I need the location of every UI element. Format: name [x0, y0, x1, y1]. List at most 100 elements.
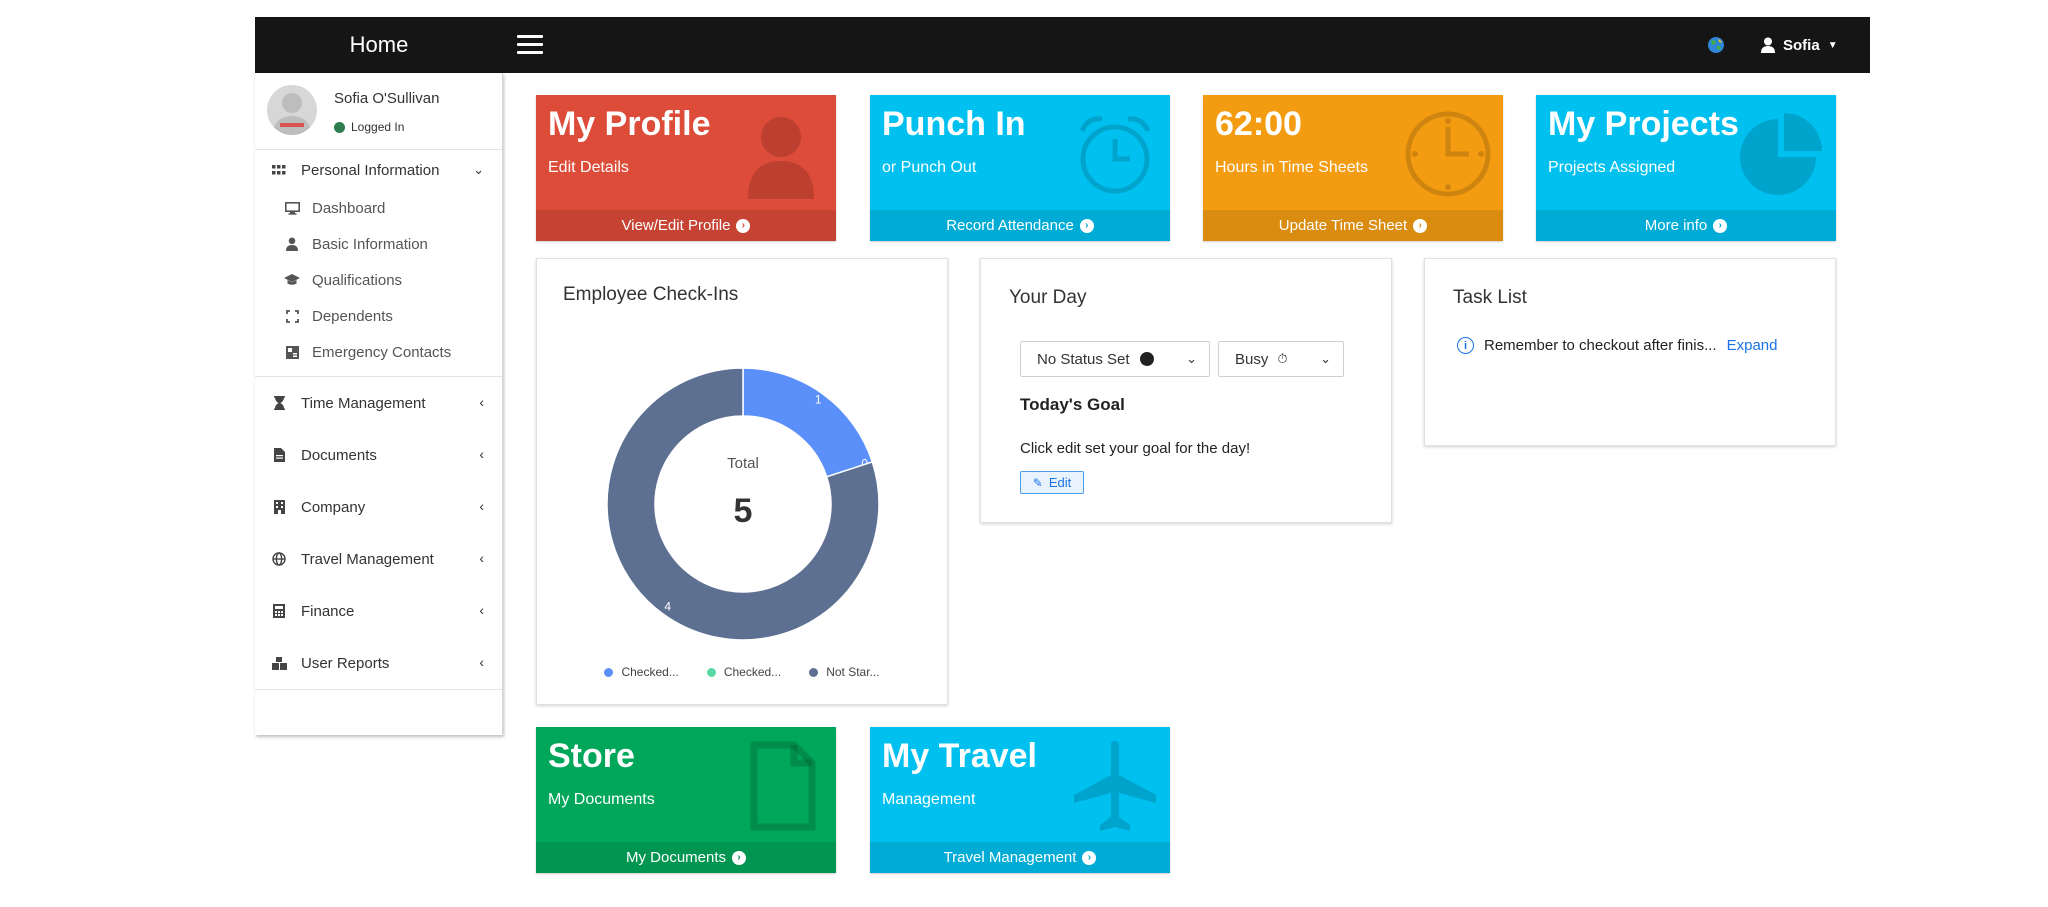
- sidebar-divider: [255, 689, 502, 690]
- graduation-cap-icon: [283, 274, 301, 286]
- my-projects-box: My Projects Projects Assigned More info …: [1536, 95, 1836, 241]
- todays-goal-heading: Today's Goal: [1020, 395, 1125, 414]
- punch-in-box: Punch In or Punch Out Record Attendance …: [870, 95, 1170, 241]
- sidebar-item-label: Dashboard: [312, 199, 386, 217]
- chevron-left-icon: ‹: [479, 550, 484, 566]
- globe-icon: [270, 552, 288, 566]
- user-panel: Sofia O'Sullivan Logged In: [255, 73, 502, 150]
- legend-item-1[interactable]: Checked...: [706, 665, 782, 679]
- expand-task-link[interactable]: Expand: [1727, 337, 1778, 354]
- legend-swatch: [706, 667, 716, 677]
- chevron-left-icon: ‹: [479, 394, 484, 410]
- sidebar-user-name: Sofia O'Sullivan: [334, 90, 440, 107]
- document-icon: [750, 741, 816, 831]
- donut-center-value: 5: [734, 492, 753, 530]
- sidebar-item-dashboard[interactable]: Dashboard: [255, 190, 502, 226]
- time-sheet-box: 62:00 Hours in Time Sheets Update Time S…: [1203, 95, 1503, 241]
- submenu-personal-information: Dashboard Basic Information Qualificatio…: [255, 190, 502, 377]
- footer-label: View/Edit Profile: [621, 217, 731, 234]
- user-menu-name: Sofia: [1783, 36, 1820, 54]
- arrow-circle-right-icon: ›: [736, 218, 751, 233]
- chevron-left-icon: ‹: [479, 498, 484, 514]
- legend-label: Not Star...: [826, 665, 880, 679]
- status-dot-icon: [1139, 352, 1154, 366]
- donut-center-label: Total: [727, 455, 759, 472]
- more-info-link[interactable]: More info ›: [1536, 210, 1836, 241]
- update-time-sheet-link[interactable]: Update Time Sheet ›: [1203, 210, 1503, 241]
- legend-label: Checked...: [621, 665, 679, 679]
- arrow-circle-right-icon: ›: [732, 850, 747, 865]
- sidebar-item-travel-management[interactable]: Travel Management ‹: [255, 533, 502, 585]
- footer-label: More info: [1644, 217, 1708, 234]
- my-profile-box: My Profile Edit Details View/Edit Profil…: [536, 95, 836, 241]
- expand-icon: [283, 309, 301, 323]
- arrow-circle-right-icon: ›: [1413, 218, 1428, 233]
- sidebar-item-basic-information[interactable]: Basic Information: [255, 226, 502, 262]
- box-title: My Projects: [1548, 105, 1739, 143]
- sidebar-item-documents[interactable]: Documents ‹: [255, 429, 502, 481]
- busy-select-value: Busy: [1235, 350, 1269, 368]
- language-globe-icon[interactable]: [1707, 36, 1725, 54]
- sidebar-toggle-button[interactable]: [517, 35, 543, 55]
- sidebar-item-user-reports[interactable]: User Reports ‹: [255, 637, 502, 689]
- legend-swatch: [809, 667, 819, 677]
- view-edit-profile-link[interactable]: View/Edit Profile ›: [536, 210, 836, 241]
- sidebar-item-label: Qualifications: [312, 271, 403, 289]
- user-status-label: Logged In: [351, 120, 405, 134]
- sidebar-item-qualifications[interactable]: Qualifications: [255, 262, 502, 298]
- clock-icon: [1405, 111, 1491, 197]
- airplane-icon: [1074, 741, 1156, 831]
- legend-item-2[interactable]: Not Star...: [809, 665, 880, 679]
- user-menu-dropdown[interactable]: Sofia ▼: [1761, 17, 1838, 73]
- user-silhouette-icon: [748, 117, 814, 199]
- box-subtitle: Management: [882, 791, 976, 808]
- sidebar: Sofia O'Sullivan Logged In Personal Info…: [255, 73, 503, 735]
- user-icon: [1761, 37, 1775, 53]
- brand-home-link[interactable]: Home: [255, 17, 503, 73]
- footer-label: My Documents: [625, 849, 727, 866]
- task-text: Remember to checkout after finis...: [1484, 337, 1717, 354]
- donut-slice-label-0: 1: [815, 393, 822, 407]
- legend-item-0[interactable]: Checked...: [604, 665, 679, 679]
- task-list-panel: Task List i Remember to checkout after f…: [1424, 258, 1836, 446]
- travel-management-link[interactable]: Travel Management ›: [870, 842, 1170, 873]
- busy-select[interactable]: Busy ⏱ ⌄: [1218, 341, 1344, 377]
- chevron-left-icon: ‹: [479, 654, 484, 670]
- sidebar-item-label: Finance: [301, 602, 355, 620]
- todays-goal-text: Click edit set your goal for the day!: [1020, 440, 1251, 457]
- sidebar-item-label: Time Management: [301, 394, 426, 412]
- panel-title: Your Day: [1009, 287, 1087, 308]
- box-subtitle: Projects Assigned: [1548, 159, 1676, 176]
- chevron-down-icon: ⌄: [1186, 351, 1197, 366]
- box-subtitle: Edit Details: [548, 159, 629, 176]
- info-icon: i: [1457, 337, 1474, 354]
- legend-label: Checked...: [723, 665, 782, 679]
- sidebar-item-emergency-contacts[interactable]: Emergency Contacts: [255, 334, 502, 370]
- sidebar-item-label: User Reports: [301, 654, 390, 672]
- top-navbar: Home Sofia ▼: [255, 17, 1870, 73]
- sidebar-item-company[interactable]: Company ‹: [255, 481, 502, 533]
- footer-label: Travel Management: [943, 849, 1077, 866]
- sidebar-item-time-management[interactable]: Time Management ‹: [255, 377, 502, 429]
- hourglass-icon: [270, 396, 288, 410]
- online-status-dot: [334, 121, 345, 133]
- cubes-icon: [270, 656, 288, 670]
- caret-down-icon: ▼: [1827, 39, 1838, 51]
- user-status: Logged In: [334, 120, 404, 134]
- sidebar-item-label: Documents: [301, 446, 377, 464]
- record-attendance-link[interactable]: Record Attendance ›: [870, 210, 1170, 241]
- sidebar-item-dependents[interactable]: Dependents: [255, 298, 502, 334]
- donut-slice-0[interactable]: [742, 367, 874, 478]
- sidebar-item-finance[interactable]: Finance ‹: [255, 585, 502, 637]
- my-documents-link[interactable]: My Documents ›: [536, 842, 836, 873]
- box-title: My Travel: [882, 737, 1037, 775]
- box-title: My Profile: [548, 105, 711, 143]
- box-title: 62:00: [1215, 105, 1302, 143]
- sidebar-group-personal-information[interactable]: Personal Information ⌄: [255, 150, 502, 190]
- arrow-circle-right-icon: ›: [1713, 218, 1728, 233]
- arrow-circle-right-icon: ›: [1079, 218, 1094, 233]
- box-title: Store: [548, 737, 635, 775]
- status-select[interactable]: No Status Set ⌄: [1020, 341, 1210, 377]
- building-icon: [270, 500, 288, 514]
- edit-goal-button[interactable]: ✎ Edit: [1020, 471, 1084, 494]
